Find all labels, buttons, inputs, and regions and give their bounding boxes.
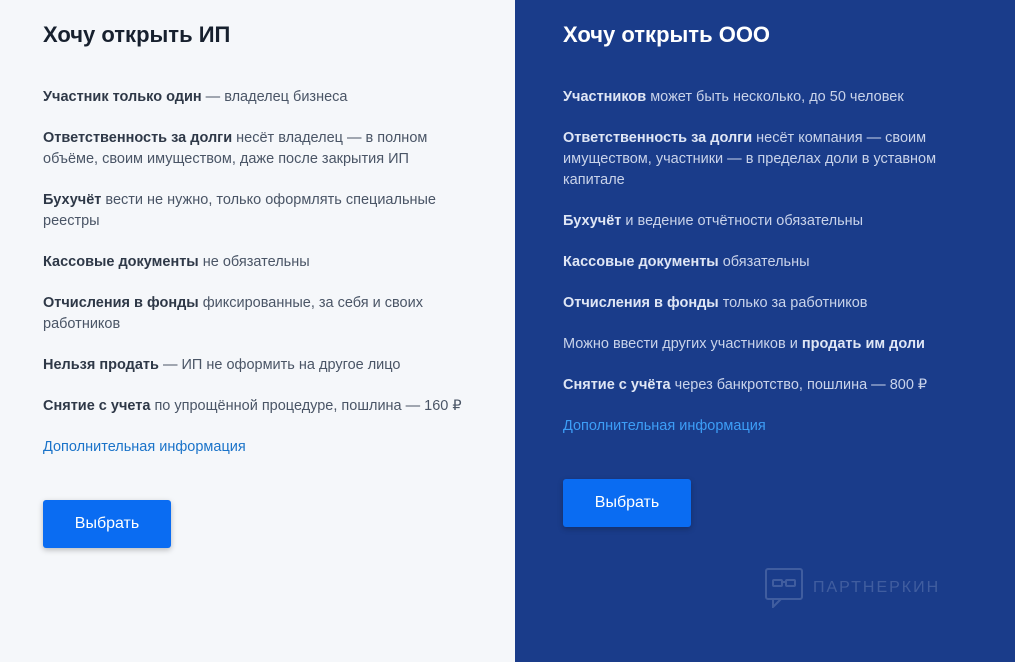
feature-bold: Ответственность за долги xyxy=(563,130,753,146)
feature-bold: Участник только один xyxy=(43,89,202,105)
feature-text: не обязательны xyxy=(198,254,310,270)
feature-bold: Кассовые документы xyxy=(43,254,199,270)
feature-bold: Снятие с учёта xyxy=(563,377,671,393)
feature-text: может быть несколько, до 50 человек xyxy=(646,89,904,105)
ooo-feature-item: Снятие с учёта через банкротство, пошлин… xyxy=(563,375,963,396)
ip-features-list: Участник только один — владелец бизнеса … xyxy=(43,87,463,417)
ip-feature-item: Бухучёт вести не нужно, только оформлять… xyxy=(43,190,463,232)
ip-feature-item: Снятие с учета по упрощённой процедуре, … xyxy=(43,396,463,417)
feature-text: вести не нужно, только оформлять специал… xyxy=(43,192,436,229)
ooo-feature-item: Отчисления в фонды только за работников xyxy=(563,293,963,314)
ip-more-info-link[interactable]: Дополнительная информация xyxy=(43,437,246,458)
feature-bold: Бухучёт xyxy=(563,213,622,229)
feature-bold: Отчисления в фонды xyxy=(563,295,719,311)
ip-panel: Хочу открыть ИП Участник только один — в… xyxy=(0,0,515,662)
ooo-feature-item: Бухучёт и ведение отчётности обязательны xyxy=(563,211,963,232)
partnerkin-logo-icon xyxy=(765,568,803,608)
ip-title: Хочу открыть ИП xyxy=(43,22,231,47)
ip-feature-item: Кассовые документы не обязательны xyxy=(43,252,463,273)
ooo-select-button[interactable]: Выбрать xyxy=(563,479,691,527)
ooo-feature-item: Участников может быть несколько, до 50 ч… xyxy=(563,87,963,108)
feature-bold: продать им доли xyxy=(801,336,925,352)
feature-bold: Снятие с учета xyxy=(43,398,151,414)
ip-feature-item: Участник только один — владелец бизнеса xyxy=(43,87,463,108)
feature-bold: Ответственность за долги xyxy=(43,130,233,146)
ooo-title: Хочу открыть ООО xyxy=(563,22,771,47)
feature-text: — ИП не оформить на другое лицо xyxy=(158,357,401,373)
ooo-panel: Хочу открыть ООО Участников может быть н… xyxy=(515,0,1015,662)
feature-bold: Бухучёт xyxy=(43,192,102,208)
ooo-feature-item: Кассовые документы обязательны xyxy=(563,252,963,273)
feature-text: Можно ввести других участников и xyxy=(563,336,802,352)
feature-text: обязательны xyxy=(718,254,810,270)
feature-text: через банкротство, пошлина — 800 ₽ xyxy=(670,377,928,393)
feature-text: по упрощённой процедуре, пошлина — 160 ₽ xyxy=(150,398,462,414)
ooo-more-info-link[interactable]: Дополнительная информация xyxy=(563,416,766,437)
feature-text: — владелец бизнеса xyxy=(201,89,348,105)
feature-text: только за работников xyxy=(718,295,868,311)
feature-bold: Участников xyxy=(563,89,647,105)
watermark-text: ПАРТНЕРКИН xyxy=(813,579,941,596)
partnerkin-watermark: ПАРТНЕРКИН xyxy=(765,568,940,608)
ip-select-button[interactable]: Выбрать xyxy=(43,500,171,548)
ip-feature-item: Ответственность за долги несёт владелец … xyxy=(43,128,463,170)
feature-bold: Отчисления в фонды xyxy=(43,295,199,311)
ip-feature-item: Отчисления в фонды фиксированные, за себ… xyxy=(43,293,463,335)
ooo-features-list: Участников может быть несколько, до 50 ч… xyxy=(563,87,963,396)
feature-bold: Нельзя продать xyxy=(43,357,159,373)
feature-text: и ведение отчётности обязательны xyxy=(621,213,864,229)
ip-feature-item: Нельзя продать — ИП не оформить на друго… xyxy=(43,355,463,376)
ooo-feature-item: Можно ввести других участников и продать… xyxy=(563,334,963,355)
feature-bold: Кассовые документы xyxy=(563,254,719,270)
ooo-feature-item: Ответственность за долги несёт компания … xyxy=(563,128,963,191)
